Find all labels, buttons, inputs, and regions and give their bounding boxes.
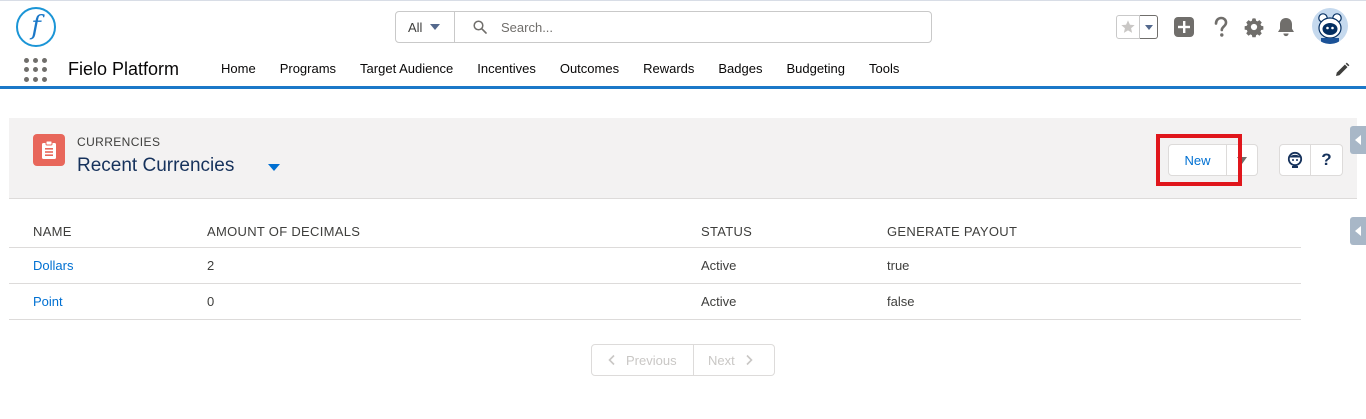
column-header-name[interactable]: NAME (9, 224, 207, 239)
bell-icon (1278, 18, 1294, 37)
pagination: Previous Next (591, 344, 775, 376)
list-view-title: Recent Currencies (77, 155, 235, 176)
clipboard-icon (42, 140, 56, 159)
previous-button[interactable]: Previous (591, 344, 694, 376)
question-icon (1214, 16, 1228, 37)
payout-cell: false (887, 294, 915, 309)
utility-buttons: ? (1279, 144, 1343, 176)
currencies-table: NAME AMOUNT OF DECIMALS STATUS GENERATE … (9, 216, 1301, 320)
search-scope-label: All (408, 19, 423, 35)
decimals-cell: 2 (207, 258, 215, 273)
search-input[interactable] (501, 19, 881, 35)
nav-item-tools[interactable]: Tools (857, 52, 911, 86)
nav-item-badges[interactable]: Badges (706, 52, 774, 86)
column-header-generate-payout[interactable]: GENERATE PAYOUT (887, 224, 1187, 239)
next-label: Next (708, 352, 735, 368)
global-search: All (395, 11, 932, 43)
nav-items: Home Programs Target Audience Incentives… (209, 52, 911, 86)
app-logo[interactable]: f (16, 7, 56, 47)
chevron-down-icon (1144, 24, 1153, 30)
search-icon (473, 20, 487, 34)
status-cell: Active (701, 294, 737, 309)
nav-item-target-audience[interactable]: Target Audience (348, 52, 465, 86)
pencil-icon (1336, 62, 1350, 76)
nav-item-budgeting[interactable]: Budgeting (774, 52, 857, 86)
global-actions-button[interactable] (1172, 15, 1196, 39)
search-scope-dropdown[interactable]: All (396, 12, 455, 42)
more-actions-button[interactable] (1227, 144, 1258, 176)
setup-button[interactable] (1242, 15, 1266, 39)
chevron-left-icon (1355, 135, 1361, 145)
user-avatar[interactable] (1312, 8, 1348, 44)
list-view-header: CURRENCIES Recent Currencies New ? (9, 118, 1357, 199)
search-field (455, 12, 931, 42)
record-link[interactable]: Dollars (9, 258, 207, 273)
nav-item-home[interactable]: Home (209, 52, 268, 86)
column-header-status[interactable]: STATUS (701, 224, 887, 239)
collapse-panel-tab-bottom[interactable] (1350, 217, 1366, 245)
object-label: CURRENCIES (77, 135, 161, 149)
app-launcher-icon[interactable] (24, 58, 48, 82)
list-help-button[interactable]: ? (1311, 144, 1343, 176)
next-button[interactable]: Next (694, 344, 775, 376)
payout-cell: true (887, 258, 910, 273)
nav-item-incentives[interactable]: Incentives (465, 52, 548, 86)
list-view-picker-chevron-icon[interactable] (268, 164, 280, 171)
currency-object-icon (33, 134, 65, 166)
previous-label: Previous (626, 352, 677, 368)
notifications-button[interactable] (1274, 15, 1298, 39)
favorites-button[interactable] (1116, 15, 1140, 39)
chevron-left-icon (1355, 226, 1361, 236)
navigation-bar: Fielo Platform Home Programs Target Audi… (0, 52, 1366, 89)
astro-avatar-icon (1312, 8, 1348, 44)
chevron-right-icon (746, 354, 753, 366)
logo-letter: f (31, 11, 41, 41)
status-cell: Active (701, 258, 737, 273)
record-link[interactable]: Point (9, 294, 207, 309)
column-header-amount-of-decimals[interactable]: AMOUNT OF DECIMALS (207, 224, 701, 239)
nav-item-rewards[interactable]: Rewards (631, 52, 706, 86)
list-actions: New (1168, 144, 1258, 176)
person-icon (1287, 151, 1303, 168)
nav-item-outcomes[interactable]: Outcomes (548, 52, 631, 86)
chevron-left-icon (608, 354, 615, 366)
table-row: Point 0 Active false (9, 284, 1301, 320)
assistant-button[interactable] (1279, 144, 1311, 176)
help-button[interactable] (1209, 15, 1233, 39)
gear-icon (1244, 18, 1264, 38)
favorites-group (1116, 15, 1158, 39)
nav-item-programs[interactable]: Programs (268, 52, 348, 86)
decimals-cell: 0 (207, 294, 215, 309)
star-icon (1121, 20, 1135, 33)
edit-nav-button[interactable] (1334, 62, 1350, 78)
global-header: f All (0, 0, 1366, 52)
table-row: Dollars 2 Active true (9, 248, 1301, 284)
collapse-panel-tab-top[interactable] (1350, 126, 1366, 154)
table-header: NAME AMOUNT OF DECIMALS STATUS GENERATE … (9, 216, 1301, 248)
add-icon (1174, 17, 1194, 37)
favorites-menu-button[interactable] (1140, 15, 1158, 39)
chevron-down-icon (1237, 156, 1247, 164)
chevron-down-icon (430, 24, 441, 30)
app-name: Fielo Platform (68, 59, 180, 79)
new-button[interactable]: New (1168, 144, 1227, 176)
